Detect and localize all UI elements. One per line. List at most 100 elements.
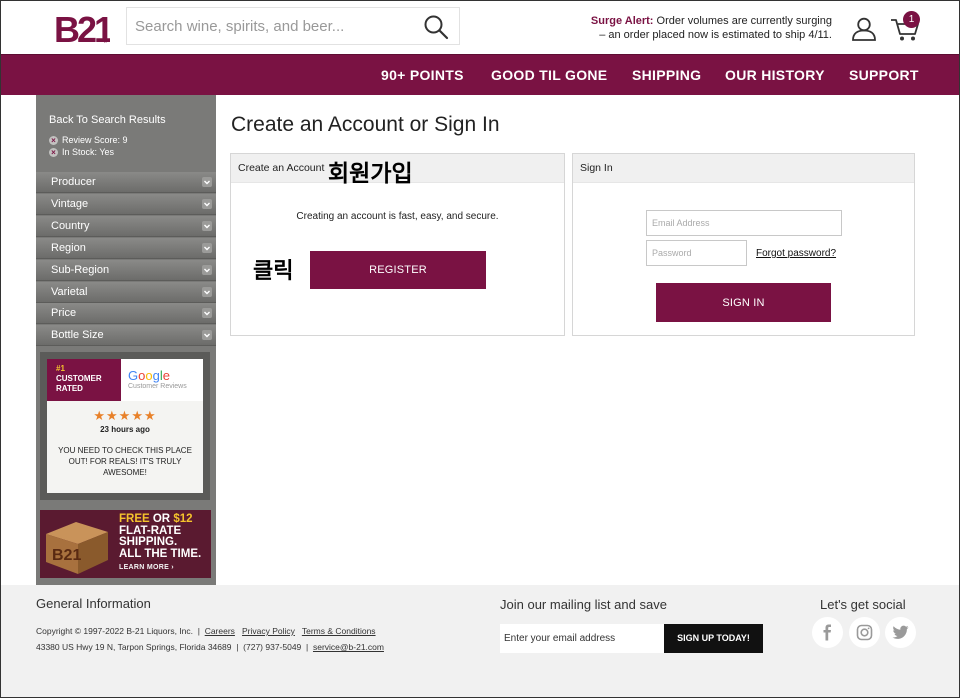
- facet-sub-region[interactable]: Sub-Region: [36, 260, 216, 281]
- facet-label: Vintage: [51, 198, 89, 210]
- search-input[interactable]: [135, 14, 415, 38]
- facet-country[interactable]: Country: [36, 216, 216, 237]
- facet-label: Sub-Region: [51, 264, 110, 276]
- chevron-down-icon: [202, 177, 212, 187]
- terms-link[interactable]: Terms & Conditions: [302, 626, 376, 636]
- nav-item-good-til-gone[interactable]: GOOD TIL GONE: [491, 67, 607, 83]
- promo-or: OR: [149, 513, 174, 525]
- active-filter-in-stock[interactable]: × In Stock: Yes: [49, 147, 114, 158]
- email-field[interactable]: [646, 210, 842, 236]
- shipping-promo-banner[interactable]: B21 FREE OR $12 FLAT-RATE SHIPPING. ALL …: [40, 510, 211, 578]
- create-account-heading: Create an Account: [238, 162, 325, 174]
- facet-producer[interactable]: Producer: [36, 172, 216, 193]
- facet-label: Bottle Size: [51, 329, 104, 341]
- instagram-icon[interactable]: [849, 617, 880, 648]
- remove-filter-icon[interactable]: ×: [49, 136, 58, 145]
- facet-label: Varietal: [51, 286, 88, 298]
- separator: |: [306, 642, 309, 652]
- chevron-down-icon: [202, 265, 212, 275]
- facet-region[interactable]: Region: [36, 238, 216, 259]
- back-to-results-link[interactable]: Back To Search Results: [49, 114, 166, 126]
- search-icon[interactable]: [423, 14, 449, 40]
- active-filter-review-score[interactable]: × Review Score: 9: [49, 135, 128, 146]
- copyright-line: Copyright © 1997-2022 B-21 Liquors, Inc.…: [36, 626, 376, 636]
- learn-more-link[interactable]: LEARN MORE ›: [119, 564, 174, 571]
- filter-label: In Stock: Yes: [62, 147, 115, 157]
- promo-free: FREE: [119, 513, 150, 525]
- sign-in-button[interactable]: SIGN IN: [656, 283, 831, 322]
- promo-price: $12: [173, 513, 193, 525]
- google-subtitle: Customer Reviews: [128, 383, 187, 390]
- create-account-text: Creating an account is fast, easy, and s…: [296, 211, 499, 222]
- five-star-rating-icon: ★★★★★: [93, 408, 157, 423]
- account-icon[interactable]: [851, 17, 877, 41]
- facet-bottle-size[interactable]: Bottle Size: [36, 325, 216, 346]
- separator: |: [236, 642, 239, 652]
- badge-number: #1: [56, 364, 65, 373]
- facebook-icon[interactable]: [812, 617, 843, 648]
- signup-annotation: 회원가입: [328, 161, 413, 187]
- sign-in-panel: Sign In Forgot password? SIGN IN: [572, 153, 915, 336]
- review-card-inner: #1 CUSTOMER RATED Google Customer Review…: [47, 359, 203, 493]
- search-box: [126, 7, 460, 45]
- chevron-down-icon: [202, 330, 212, 340]
- filter-sidebar: Back To Search Results × Review Score: 9 …: [36, 95, 216, 585]
- svg-text:B21: B21: [54, 9, 110, 46]
- password-field[interactable]: [646, 240, 747, 266]
- main-nav: 90+ POINTS GOOD TIL GONE SHIPPING OUR HI…: [0, 54, 960, 95]
- b21-logo[interactable]: B21 SINCE 1962: [54, 8, 110, 46]
- facet-varietal[interactable]: Varietal: [36, 282, 216, 303]
- careers-link[interactable]: Careers: [205, 626, 235, 636]
- chevron-down-icon: [202, 199, 212, 209]
- customer-review-card[interactable]: #1 CUSTOMER RATED Google Customer Review…: [40, 352, 210, 500]
- chevron-down-icon: [202, 221, 212, 231]
- facet-label: Country: [51, 220, 90, 232]
- surge-line2: – an order placed now is estimated to sh…: [599, 29, 832, 41]
- click-annotation: 클릭: [253, 259, 294, 284]
- create-account-panel: Create an Account 회원가입 Creating an accou…: [230, 153, 565, 336]
- general-info-heading: General Information: [36, 596, 151, 611]
- sign-in-heading: Sign In: [580, 162, 613, 174]
- register-button[interactable]: REGISTER: [310, 251, 486, 289]
- remove-filter-icon[interactable]: ×: [49, 148, 58, 157]
- forgot-password-link[interactable]: Forgot password?: [756, 248, 836, 259]
- surge-label: Surge Alert:: [590, 15, 654, 27]
- nav-item-our-history[interactable]: OUR HISTORY: [725, 67, 825, 83]
- facet-label: Region: [51, 242, 86, 254]
- site-footer: General Information Copyright © 1997-202…: [0, 585, 960, 698]
- badge-line1: CUSTOMER: [56, 374, 102, 383]
- facet-label: Producer: [51, 176, 96, 188]
- newsletter-email-input[interactable]: [500, 624, 664, 653]
- privacy-policy-link[interactable]: Privacy Policy: [242, 626, 295, 636]
- customer-rated-badge: #1 CUSTOMER RATED: [47, 359, 121, 401]
- surge-line1: Order volumes are currently surging: [656, 15, 832, 27]
- page-title: Create an Account or Sign In: [231, 113, 500, 136]
- sign-in-header: Sign In: [573, 154, 914, 183]
- svg-text:SINCE 1962: SINCE 1962: [103, 17, 108, 43]
- twitter-icon[interactable]: [885, 617, 916, 648]
- mailing-list-heading: Join our mailing list and save: [500, 597, 667, 612]
- separator: |: [197, 626, 200, 636]
- sign-up-button[interactable]: SIGN UP TODAY!: [664, 624, 763, 653]
- copyright-text: Copyright © 1997-2022 B-21 Liquors, Inc.: [36, 626, 193, 636]
- promo-line4: ALL THE TIME.: [119, 547, 202, 560]
- shipping-box-icon: B21: [46, 522, 108, 574]
- address-text: 43380 US Hwy 19 N, Tarpon Springs, Flori…: [36, 642, 232, 652]
- chevron-down-icon: [202, 308, 212, 318]
- surge-alert: Surge Alert: Order volumes are currently…: [560, 14, 832, 42]
- google-reviews-logo: Google Customer Reviews: [121, 359, 203, 401]
- nav-item-support[interactable]: SUPPORT: [849, 67, 919, 83]
- nav-item-shipping[interactable]: SHIPPING: [632, 67, 701, 83]
- nav-item-90-points[interactable]: 90+ POINTS: [381, 67, 464, 83]
- badge-line2: RATED: [56, 384, 83, 393]
- email-link[interactable]: service@b-21.com: [313, 642, 384, 652]
- facet-price[interactable]: Price: [36, 303, 216, 324]
- promo-line2: FLAT-RATE: [119, 524, 182, 537]
- social-heading: Let's get social: [820, 597, 906, 612]
- facet-vintage[interactable]: Vintage: [36, 194, 216, 215]
- facet-label: Price: [51, 307, 77, 319]
- phone-text: (727) 937-5049: [243, 642, 302, 652]
- svg-text:B21: B21: [52, 547, 81, 564]
- chevron-down-icon: [202, 243, 212, 253]
- review-time: 23 hours ago: [100, 425, 150, 434]
